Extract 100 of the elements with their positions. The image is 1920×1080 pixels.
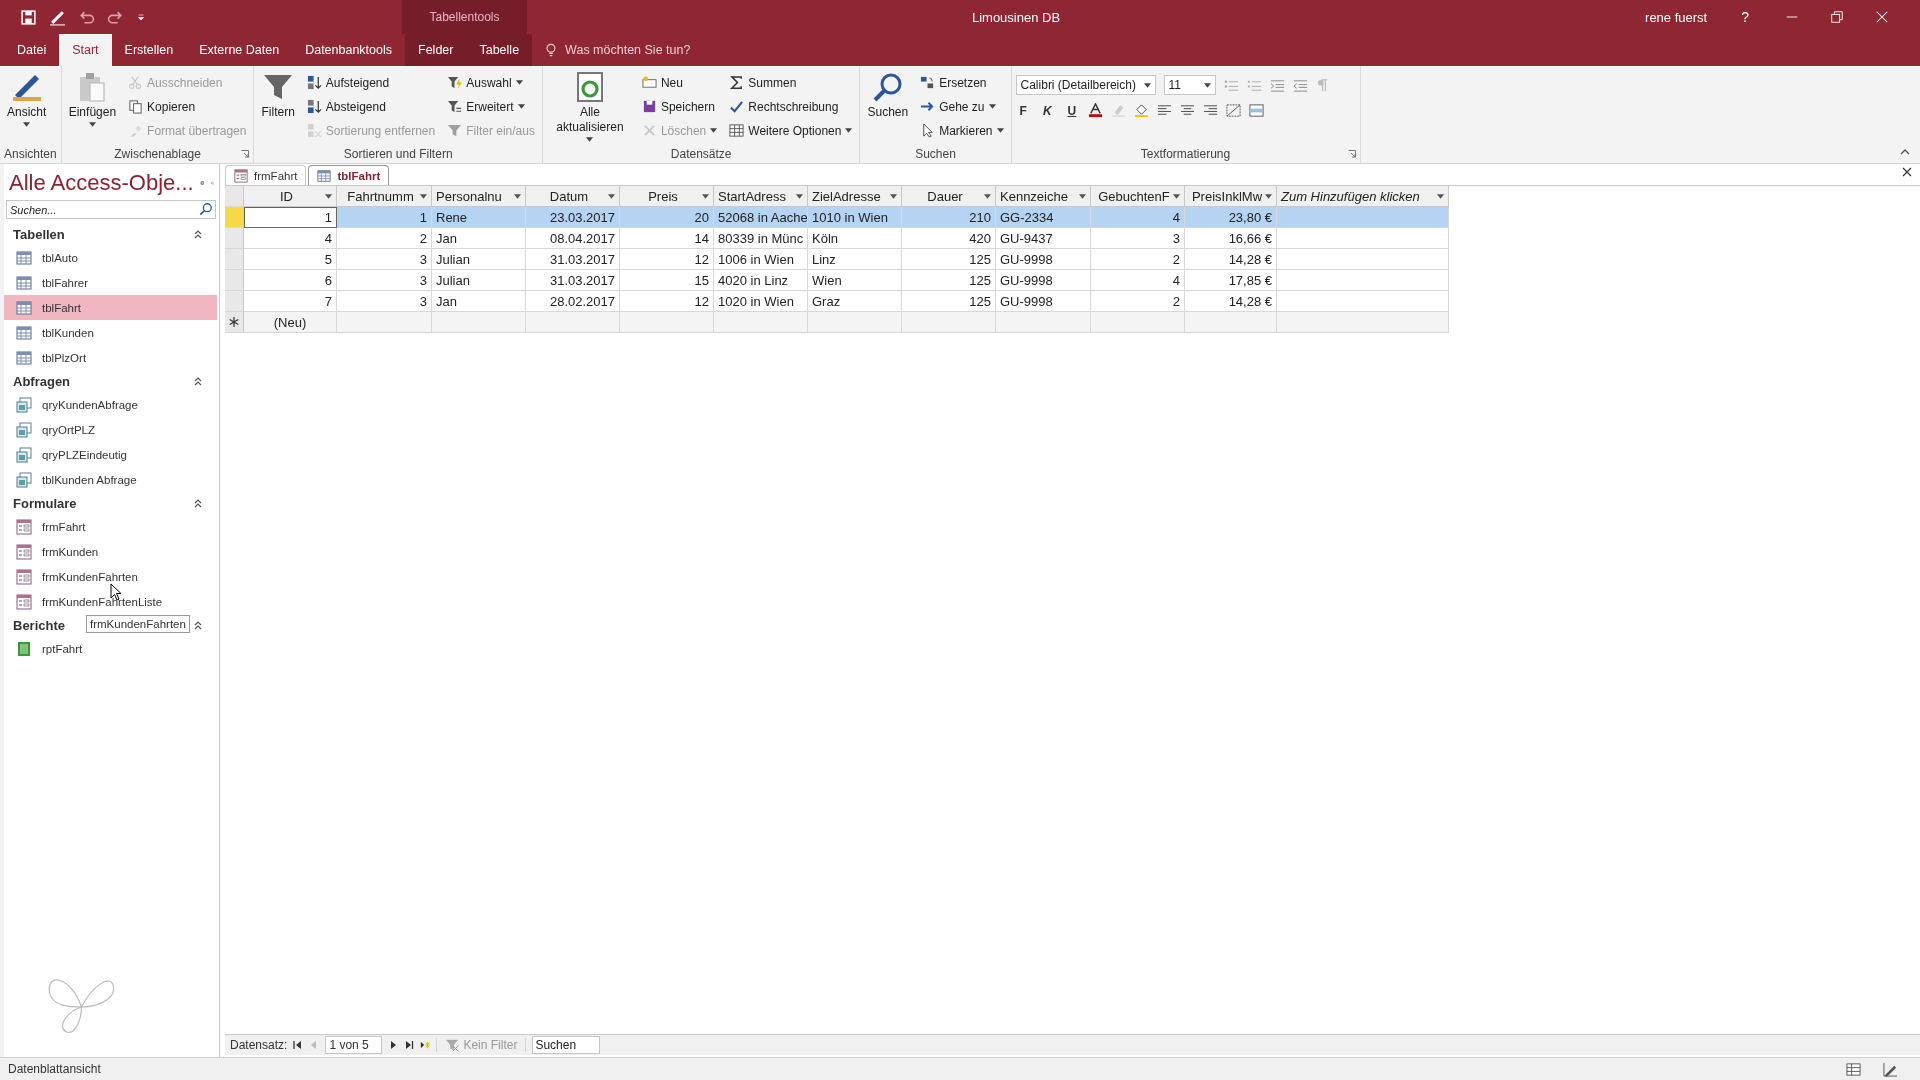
- caret-icon[interactable]: [702, 193, 709, 199]
- design-view-icon[interactable]: [1883, 1061, 1898, 1077]
- column-header[interactable]: Kennzeiche: [996, 186, 1091, 207]
- column-header[interactable]: Dauer: [902, 186, 996, 207]
- column-header[interactable]: ID: [244, 186, 337, 207]
- row-selector[interactable]: [225, 312, 244, 333]
- font-size-dropdown[interactable]: 11: [1163, 75, 1216, 95]
- datasheet-view-icon[interactable]: [1846, 1061, 1861, 1077]
- section-header[interactable]: Tabellen: [13, 226, 65, 242]
- caret-icon[interactable]: [514, 193, 521, 199]
- ribbon-button[interactable]: Filtern: [258, 69, 298, 144]
- section-header[interactable]: Abfragen: [13, 373, 71, 389]
- close-icon[interactable]: [1902, 167, 1912, 177]
- nav-item[interactable]: tblFahrer: [4, 270, 217, 295]
- column-header[interactable]: Datum: [526, 186, 620, 207]
- first-record-icon[interactable]: [293, 1040, 304, 1050]
- ribbon-tab[interactable]: Datei: [4, 34, 60, 66]
- ribbon-tab[interactable]: Felder: [405, 34, 467, 66]
- increase-indent-icon[interactable]: [1269, 77, 1285, 93]
- nav-item[interactable]: frmKunden: [4, 539, 217, 564]
- tell-me-field[interactable]: Was möchten Sie tun?: [563, 42, 748, 58]
- font-style-button[interactable]: F: [1015, 103, 1031, 118]
- document-tab[interactable]: frmFahrt: [225, 165, 307, 185]
- pane-title[interactable]: Alle Access-Obje...: [9, 170, 194, 196]
- save-icon[interactable]: [20, 8, 37, 26]
- collapse-ribbon-icon[interactable]: [1900, 149, 1910, 155]
- ribbon-button[interactable]: Weitere Optionen: [726, 119, 856, 142]
- search-field[interactable]: Suchen...: [6, 200, 216, 219]
- ribbon-button[interactable]: Kopieren: [125, 95, 250, 118]
- ribbon-button[interactable]: Ansicht: [4, 69, 50, 144]
- column-header[interactable]: Personalnu: [432, 186, 526, 207]
- caret-icon[interactable]: [608, 193, 615, 199]
- ribbon-tab[interactable]: Tabelle: [466, 34, 533, 66]
- chevron-icon[interactable]: [193, 229, 203, 239]
- nav-item[interactable]: qryKundenAbfrage: [4, 392, 217, 417]
- help-button[interactable]: ?: [1735, 8, 1755, 26]
- nav-item[interactable]: tblFahrt: [4, 295, 217, 320]
- ribbon-button[interactable]: Erweitert: [444, 95, 538, 118]
- nav-item[interactable]: qryPLZEindeutig: [4, 442, 217, 467]
- caret-icon[interactable]: [325, 193, 332, 199]
- chevron-icon[interactable]: [193, 376, 203, 386]
- search-icon[interactable]: [199, 202, 213, 216]
- column-header[interactable]: Zum Hinzufügen klicken: [1277, 186, 1449, 207]
- ribbon-button[interactable]: Speichern: [638, 95, 721, 118]
- nav-item[interactable]: tblKunden Abfrage: [4, 467, 217, 492]
- ribbon-button[interactable]: Alle aktualisieren: [546, 69, 633, 144]
- last-record-icon[interactable]: [404, 1040, 415, 1050]
- ribbon-button[interactable]: Auswahl: [444, 71, 538, 94]
- font-style-button[interactable]: K: [1038, 103, 1056, 118]
- column-header[interactable]: Fahrtnumm: [337, 186, 432, 207]
- user-name[interactable]: rene fuerst: [1645, 9, 1708, 25]
- caret-icon[interactable]: [1437, 193, 1444, 199]
- align-right-icon[interactable]: [1203, 103, 1219, 118]
- ribbon-tab[interactable]: Start: [59, 34, 112, 66]
- new-record-icon[interactable]: [420, 1040, 431, 1050]
- caret-icon[interactable]: [420, 193, 427, 199]
- column-header[interactable]: GebuchtenF: [1091, 186, 1185, 207]
- ribbon-tab[interactable]: Externe Daten: [186, 34, 293, 66]
- ribbon-button[interactable]: Suchen: [864, 69, 912, 144]
- column-header[interactable]: ZielAdresse: [808, 186, 902, 207]
- nav-item[interactable]: rptFahrt: [4, 636, 217, 661]
- section-header[interactable]: Formulare: [13, 495, 77, 511]
- chevron-icon[interactable]: [193, 620, 203, 630]
- ribbon-button[interactable]: Absteigend: [303, 95, 439, 118]
- ribbon-button[interactable]: Gehe zu: [917, 95, 1007, 118]
- search-field[interactable]: Suchen: [532, 1036, 601, 1054]
- caret-icon[interactable]: [890, 193, 897, 199]
- gridlines-icon[interactable]: [1226, 103, 1242, 118]
- ribbon-button[interactable]: Neu: [638, 71, 721, 94]
- restore-icon[interactable]: [1830, 10, 1844, 24]
- caret-icon[interactable]: [1265, 193, 1272, 199]
- column-header[interactable]: Preis: [620, 186, 714, 207]
- font-dropdown[interactable]: Calibri (Detailbereich): [1015, 75, 1156, 95]
- fill-color-icon[interactable]: [1134, 103, 1150, 118]
- document-tab[interactable]: tblFahrt: [308, 165, 390, 185]
- ribbon-button[interactable]: Einfügen: [65, 69, 120, 144]
- ribbon-button[interactable]: Aufsteigend: [303, 71, 439, 94]
- section-header[interactable]: Berichte: [13, 617, 66, 633]
- pencil-icon[interactable]: [49, 8, 66, 26]
- caret-icon[interactable]: [984, 193, 991, 199]
- column-header[interactable]: PreisInklMw: [1185, 186, 1277, 207]
- ribbon-button[interactable]: Summen: [726, 71, 856, 94]
- caret-icon[interactable]: [796, 193, 803, 199]
- ribbon-button[interactable]: Rechtschreibung: [726, 95, 856, 118]
- nav-item[interactable]: qryOrtPLZ: [4, 417, 217, 442]
- nav-item[interactable]: tblKunden: [4, 320, 217, 345]
- ribbon-button[interactable]: Ersetzen: [917, 71, 1007, 94]
- nav-item[interactable]: tblAuto: [4, 245, 217, 270]
- ribbon-tab[interactable]: Erstellen: [111, 34, 187, 66]
- font-style-button[interactable]: U: [1063, 103, 1081, 118]
- decrease-indent-icon[interactable]: [1292, 77, 1308, 93]
- font-color-icon[interactable]: [1088, 103, 1104, 118]
- align-center-icon[interactable]: [1180, 103, 1196, 118]
- nav-item[interactable]: frmKundenFahrten: [4, 564, 217, 589]
- nav-item[interactable]: frmFahrt: [4, 514, 217, 539]
- dialog-launcher-icon[interactable]: [241, 150, 250, 158]
- caret-icon[interactable]: [1173, 193, 1180, 199]
- column-header[interactable]: StartAdress: [714, 186, 808, 207]
- ribbon-button[interactable]: Markieren: [917, 119, 1007, 142]
- align-left-icon[interactable]: [1157, 103, 1173, 118]
